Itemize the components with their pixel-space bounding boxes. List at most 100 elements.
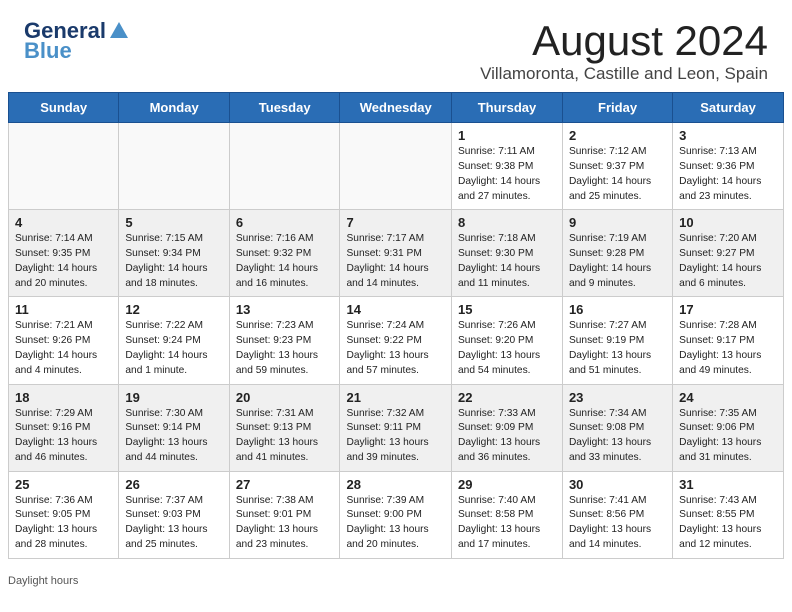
cal-cell: 29Sunrise: 7:40 AM Sunset: 8:58 PM Dayli… <box>452 471 563 558</box>
cal-cell: 26Sunrise: 7:37 AM Sunset: 9:03 PM Dayli… <box>119 471 229 558</box>
title-block: August 2024 Villamoronta, Castille and L… <box>480 18 768 84</box>
cell-text: Sunrise: 7:43 AM Sunset: 8:55 PM Dayligh… <box>679 494 777 553</box>
day-number: 11 <box>15 302 112 317</box>
cell-text: Sunrise: 7:39 AM Sunset: 9:00 PM Dayligh… <box>346 494 445 553</box>
cal-cell: 31 Sunrise: 7:43 AM Sunset: 8:55 PM Dayli… <box>673 471 784 558</box>
footer-text: Daylight hours <box>8 575 78 587</box>
cal-cell: 18 Sunrise: 7:29 AM Sunset: 9:16 PM Dayli… <box>9 384 119 471</box>
cal-cell: 30 Sunrise: 7:41 AM Sunset: 8:56 PM Dayli… <box>562 471 672 558</box>
cal-cell: 8 Sunrise: 7:18 AM Sunset: 9:30 PM Daylig… <box>452 210 563 297</box>
cell-text: Sunrise: 7:34 AM Sunset: 9:08 PM Dayligh… <box>569 407 666 466</box>
day-number: 23 <box>569 390 666 405</box>
day-number: 3 <box>679 128 777 143</box>
cal-cell: 28 Sunrise: 7:39 AM Sunset: 9:00 PM Dayli… <box>340 471 452 558</box>
day-number: 7 <box>346 215 445 230</box>
cell-text: Sunrise: 7:35 AM Sunset: 9:06 PM Dayligh… <box>679 407 777 466</box>
cal-cell: 20 Sunrise: 7:31 AM Sunset: 9:13 PM Dayli… <box>229 384 340 471</box>
day-header-wednesday: Wednesday <box>340 93 452 123</box>
day-number: 4 <box>15 215 112 230</box>
cal-cell: 25 Sunrise: 7:36 AM Sunset: 9:05 PM Dayli… <box>9 471 119 558</box>
cell-text: Sunrise: 7:31 AM Sunset: 9:13 PM Dayligh… <box>236 407 334 466</box>
calendar-wrapper: SundayMondayTuesdayWednesdayThursdayFrid… <box>0 92 792 571</box>
cal-cell: 11 Sunrise: 7:21 AM Sunset: 9:26 PM Dayli… <box>9 297 119 384</box>
cal-cell: 9 Sunrise: 7:19 AM Sunset: 9:28 PM Daylig… <box>562 210 672 297</box>
cal-cell: 7Sunrise: 7:17 AM Sunset: 9:31 PM Daylig… <box>340 210 452 297</box>
cal-cell: 27Sunrise: 7:38 AM Sunset: 9:01 PM Dayli… <box>229 471 340 558</box>
cell-text: Sunrise: 7:28 AM Sunset: 9:17 PM Dayligh… <box>679 319 777 378</box>
day-number: 12 <box>125 302 222 317</box>
day-number: 28 <box>346 477 445 492</box>
page-header: General Blue August 2024 Villamoronta, C… <box>0 0 792 92</box>
cell-text: Sunrise: 7:16 AM Sunset: 9:32 PM Dayligh… <box>236 232 334 291</box>
cell-text: Sunrise: 7:36 AM Sunset: 9:05 PM Dayligh… <box>15 494 112 553</box>
day-number: 9 <box>569 215 666 230</box>
day-number: 1 <box>458 128 556 143</box>
week-row-3: 11 Sunrise: 7:21 AM Sunset: 9:26 PM Dayli… <box>9 297 784 384</box>
day-number: 19 <box>125 390 222 405</box>
week-row-1: 1 Sunrise: 7:11 AM Sunset: 9:38 PM Daylig… <box>9 123 784 210</box>
calendar-header-row: SundayMondayTuesdayWednesdayThursdayFrid… <box>9 93 784 123</box>
cell-text: Sunrise: 7:22 AM Sunset: 9:24 PM Dayligh… <box>125 319 222 378</box>
cal-cell <box>9 123 119 210</box>
cal-cell <box>119 123 229 210</box>
cell-text: Sunrise: 7:12 AM Sunset: 9:37 PM Dayligh… <box>569 145 666 204</box>
cal-cell: 17 Sunrise: 7:28 AM Sunset: 9:17 PM Dayli… <box>673 297 784 384</box>
day-header-monday: Monday <box>119 93 229 123</box>
day-header-thursday: Thursday <box>452 93 563 123</box>
cal-cell: 2Sunrise: 7:12 AM Sunset: 9:37 PM Daylig… <box>562 123 672 210</box>
cell-text: Sunrise: 7:13 AM Sunset: 9:36 PM Dayligh… <box>679 145 777 204</box>
day-number: 6 <box>236 215 334 230</box>
cell-text: Sunrise: 7:20 AM Sunset: 9:27 PM Dayligh… <box>679 232 777 291</box>
footer: Daylight hours <box>0 571 792 595</box>
day-header-sunday: Sunday <box>9 93 119 123</box>
subtitle: Villamoronta, Castille and Leon, Spain <box>480 64 768 84</box>
day-number: 26 <box>125 477 222 492</box>
cal-cell: 5 Sunrise: 7:15 AM Sunset: 9:34 PM Daylig… <box>119 210 229 297</box>
day-number: 25 <box>15 477 112 492</box>
week-row-2: 4 Sunrise: 7:14 AM Sunset: 9:35 PM Daylig… <box>9 210 784 297</box>
cal-cell: 3 Sunrise: 7:13 AM Sunset: 9:36 PM Daylig… <box>673 123 784 210</box>
cell-text: Sunrise: 7:41 AM Sunset: 8:56 PM Dayligh… <box>569 494 666 553</box>
cell-text: Sunrise: 7:19 AM Sunset: 9:28 PM Dayligh… <box>569 232 666 291</box>
cell-text: Sunrise: 7:33 AM Sunset: 9:09 PM Dayligh… <box>458 407 556 466</box>
cal-cell: 1 Sunrise: 7:11 AM Sunset: 9:38 PM Daylig… <box>452 123 563 210</box>
cal-cell: 13Sunrise: 7:23 AM Sunset: 9:23 PM Dayli… <box>229 297 340 384</box>
day-number: 18 <box>15 390 112 405</box>
cell-text: Sunrise: 7:21 AM Sunset: 9:26 PM Dayligh… <box>15 319 112 378</box>
day-number: 17 <box>679 302 777 317</box>
cell-text: Sunrise: 7:29 AM Sunset: 9:16 PM Dayligh… <box>15 407 112 466</box>
cell-text: Sunrise: 7:15 AM Sunset: 9:34 PM Dayligh… <box>125 232 222 291</box>
cal-cell: 21Sunrise: 7:32 AM Sunset: 9:11 PM Dayli… <box>340 384 452 471</box>
day-number: 15 <box>458 302 556 317</box>
cell-text: Sunrise: 7:14 AM Sunset: 9:35 PM Dayligh… <box>15 232 112 291</box>
calendar-table: SundayMondayTuesdayWednesdayThursdayFrid… <box>8 92 784 559</box>
cell-text: Sunrise: 7:11 AM Sunset: 9:38 PM Dayligh… <box>458 145 556 204</box>
logo-blue: Blue <box>24 38 72 64</box>
day-number: 5 <box>125 215 222 230</box>
week-row-5: 25 Sunrise: 7:36 AM Sunset: 9:05 PM Dayli… <box>9 471 784 558</box>
cell-text: Sunrise: 7:38 AM Sunset: 9:01 PM Dayligh… <box>236 494 334 553</box>
cell-text: Sunrise: 7:18 AM Sunset: 9:30 PM Dayligh… <box>458 232 556 291</box>
cal-cell: 4 Sunrise: 7:14 AM Sunset: 9:35 PM Daylig… <box>9 210 119 297</box>
cal-cell: 24Sunrise: 7:35 AM Sunset: 9:06 PM Dayli… <box>673 384 784 471</box>
cell-text: Sunrise: 7:30 AM Sunset: 9:14 PM Dayligh… <box>125 407 222 466</box>
cal-cell <box>340 123 452 210</box>
day-number: 16 <box>569 302 666 317</box>
cal-cell: 15Sunrise: 7:26 AM Sunset: 9:20 PM Dayli… <box>452 297 563 384</box>
main-title: August 2024 <box>480 18 768 64</box>
cell-text: Sunrise: 7:23 AM Sunset: 9:23 PM Dayligh… <box>236 319 334 378</box>
cell-text: Sunrise: 7:24 AM Sunset: 9:22 PM Dayligh… <box>346 319 445 378</box>
day-number: 22 <box>458 390 556 405</box>
cal-cell: 23 Sunrise: 7:34 AM Sunset: 9:08 PM Dayli… <box>562 384 672 471</box>
day-number: 21 <box>346 390 445 405</box>
logo-icon <box>108 20 130 42</box>
cell-text: Sunrise: 7:27 AM Sunset: 9:19 PM Dayligh… <box>569 319 666 378</box>
day-number: 8 <box>458 215 556 230</box>
day-number: 30 <box>569 477 666 492</box>
day-number: 20 <box>236 390 334 405</box>
day-number: 31 <box>679 477 777 492</box>
logo: General Blue <box>24 18 130 64</box>
cal-cell: 16 Sunrise: 7:27 AM Sunset: 9:19 PM Dayli… <box>562 297 672 384</box>
day-header-saturday: Saturday <box>673 93 784 123</box>
cal-cell: 22 Sunrise: 7:33 AM Sunset: 9:09 PM Dayli… <box>452 384 563 471</box>
